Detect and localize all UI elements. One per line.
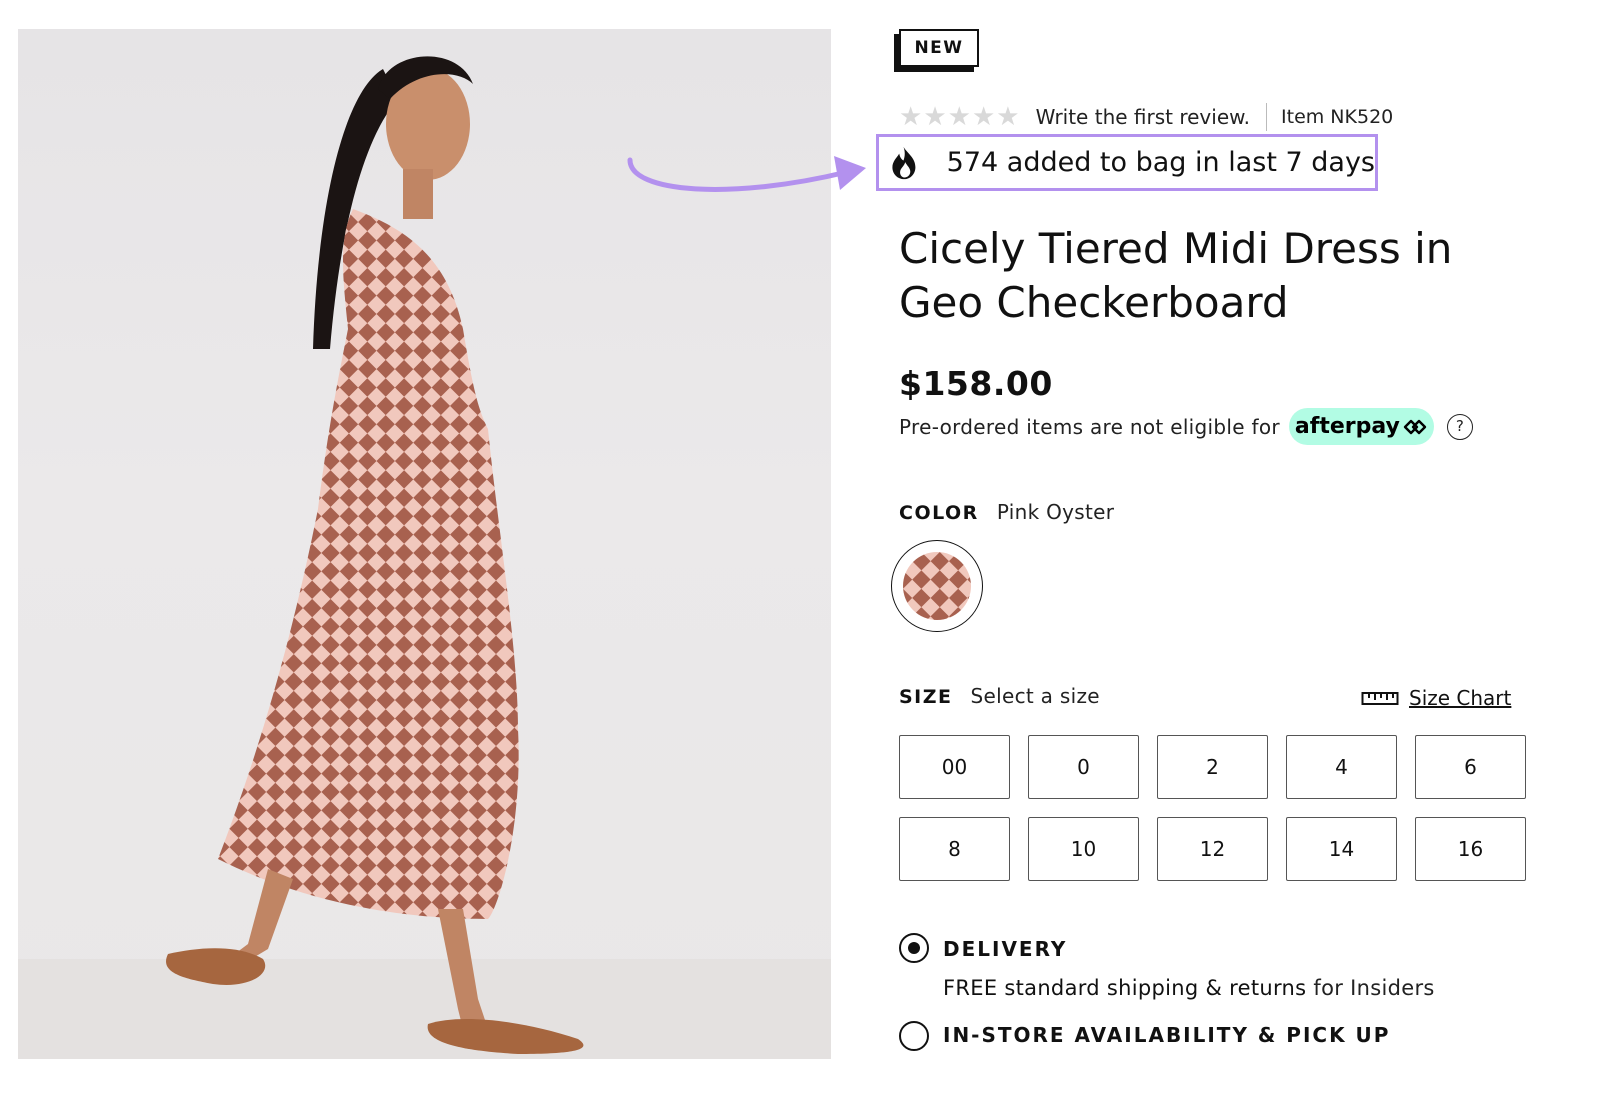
star-icon: ★ [971, 102, 996, 132]
star-rating[interactable]: ★ ★ ★ ★ ★ [899, 104, 1020, 130]
star-icon: ★ [899, 102, 923, 132]
size-option[interactable]: 2 [1157, 735, 1268, 799]
product-title: Cicely Tiered Midi Dress in Geo Checkerb… [899, 222, 1559, 330]
size-option[interactable]: 16 [1415, 817, 1526, 881]
free-shipping-text: FREE standard shipping & returns [943, 976, 1307, 1000]
size-option[interactable]: 14 [1286, 817, 1397, 881]
size-option[interactable]: 10 [1028, 817, 1139, 881]
swatch-pattern [903, 552, 971, 620]
size-label: SIZE [899, 686, 953, 708]
delivery-detail: FREE standard shipping & returns for Ins… [943, 976, 1435, 1000]
size-prompt: Select a size [970, 684, 1100, 708]
size-option[interactable]: 4 [1286, 735, 1397, 799]
afterpay-arrows-icon [1403, 419, 1427, 434]
size-option[interactable]: 00 [899, 735, 1010, 799]
afterpay-badge[interactable]: afterpay [1288, 408, 1434, 445]
color-row: COLOR Pink Oyster [899, 500, 1114, 524]
size-row: SIZE Select a size [899, 684, 1100, 708]
size-chart-link[interactable]: Size Chart [1361, 686, 1511, 710]
checker-pattern-icon [903, 552, 971, 620]
afterpay-logo-text: afterpay [1294, 414, 1400, 439]
afterpay-row: Pre-ordered items are not eligible for a… [899, 408, 1473, 445]
product-title-line: Cicely Tiered Midi Dress in [899, 224, 1453, 273]
product-price: $158.00 [899, 364, 1053, 403]
product-title-line: Geo Checkerboard [899, 278, 1289, 327]
pickup-label: IN-STORE AVAILABILITY & PICK UP [943, 1023, 1391, 1047]
social-proof-text: 574 added to bag in last 7 days [946, 147, 1375, 178]
delivery-radio[interactable] [899, 933, 929, 963]
social-proof-banner: 574 added to bag in last 7 days [876, 134, 1378, 191]
item-number: Item NK520 [1281, 106, 1394, 128]
size-chart-label: Size Chart [1409, 686, 1512, 710]
star-icon: ★ [996, 102, 1020, 132]
color-swatch-pink-oyster[interactable] [891, 540, 983, 632]
size-option[interactable]: 6 [1415, 735, 1526, 799]
write-review-link[interactable]: Write the first review. [1036, 105, 1250, 129]
insiders-text: for Insiders [1313, 976, 1435, 1000]
ruler-icon [1361, 692, 1399, 705]
arrow-annotation [627, 156, 866, 192]
size-option[interactable]: 8 [899, 817, 1010, 881]
help-icon[interactable]: ? [1446, 413, 1473, 440]
divider [1266, 103, 1268, 131]
star-icon: ★ [923, 102, 947, 132]
afterpay-note: Pre-ordered items are not eligible for [899, 414, 1280, 439]
size-option[interactable]: 12 [1157, 817, 1268, 881]
delivery-label: DELIVERY [943, 937, 1068, 961]
color-label: COLOR [899, 502, 979, 524]
new-badge: NEW [899, 29, 979, 67]
star-icon: ★ [947, 102, 971, 132]
pickup-radio[interactable] [899, 1021, 929, 1051]
size-options: 00 0 2 4 6 8 10 12 14 16 [899, 735, 1527, 881]
rating-row: ★ ★ ★ ★ ★ Write the first review. Item N… [899, 102, 1393, 132]
size-option[interactable]: 0 [1028, 735, 1139, 799]
color-value: Pink Oyster [996, 500, 1115, 524]
flame-icon [892, 146, 916, 179]
